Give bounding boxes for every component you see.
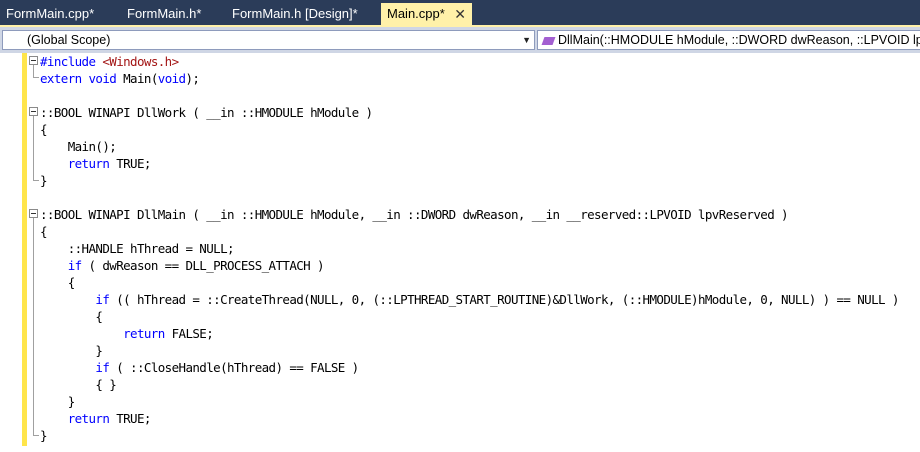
code-token-keyword: #include: [40, 54, 96, 69]
code-token-keyword: void: [157, 71, 186, 86]
code-line: {: [40, 275, 76, 290]
outline-line-end: [33, 180, 39, 181]
code-token-text: );: [185, 71, 200, 86]
scope-dropdown-value: (Global Scope): [27, 33, 111, 47]
code-token-keyword: extern: [40, 71, 82, 86]
chevron-down-icon[interactable]: ▼: [522, 31, 531, 49]
method-icon: [541, 36, 556, 45]
outline-line: [33, 218, 34, 435]
code-token-text: ( dwReason == DLL_PROCESS_ATTACH ): [81, 258, 324, 273]
code-token-text: TRUE;: [109, 411, 151, 426]
code-token-text: (( hThread = ::CreateThread(NULL, 0, (::…: [109, 292, 899, 307]
collapse-toggle-icon[interactable]: [29, 209, 38, 218]
code-line: #include <Windows.h>: [40, 53, 179, 70]
outline-line: [33, 65, 34, 77]
code-line: ::BOOL WINAPI DllMain ( __in ::HMODULE h…: [40, 207, 789, 222]
code-line: ::BOOL WINAPI DllWork ( __in ::HMODULE h…: [40, 105, 373, 120]
member-dropdown-value: DllMain(::HMODULE hModule, ::DWORD dwRea…: [558, 33, 920, 47]
code-token-text: FALSE;: [164, 326, 214, 341]
outline-line: [33, 116, 34, 180]
code-line: {: [40, 122, 48, 137]
code-line: {: [40, 224, 48, 239]
outline-line-end: [33, 435, 39, 436]
code-line: if ( ::CloseHandle(hThread) == FALSE ): [40, 359, 359, 376]
code-token-text: TRUE;: [109, 156, 151, 171]
code-line: { }: [40, 377, 117, 392]
navigation-bar: (Global Scope) ▼ DllMain(::HMODULE hModu…: [0, 27, 920, 53]
code-line: {: [40, 309, 103, 324]
tab-label: FormMain.cpp*: [6, 6, 95, 21]
code-line: ::HANDLE hThread = NULL;: [40, 241, 235, 256]
code-line: extern void Main(void);: [40, 70, 200, 87]
code-token-keyword: return: [67, 156, 110, 171]
tab-formmain-cpp[interactable]: FormMain.cpp*: [0, 3, 115, 25]
code-line: Main();: [40, 139, 117, 154]
code-token-keyword: if: [67, 258, 82, 273]
code-editor[interactable]: #include <Windows.h> extern void Main(vo…: [0, 53, 920, 452]
code-line: return FALSE;: [40, 325, 214, 342]
code-line: }: [40, 394, 76, 409]
code-line: return TRUE;: [40, 155, 152, 172]
document-tab-strip: FormMain.cpp* FormMain.h* FormMain.h [De…: [0, 0, 920, 27]
close-tab-icon[interactable]: ✕: [454, 3, 466, 25]
code-token-keyword: return: [123, 326, 165, 341]
code-line: if (( hThread = ::CreateThread(NULL, 0, …: [40, 291, 899, 308]
code-token-text: Main(: [116, 71, 158, 86]
member-dropdown[interactable]: DllMain(::HMODULE hModule, ::DWORD dwRea…: [537, 30, 920, 50]
tab-label: FormMain.h [Design]*: [232, 6, 358, 21]
code-token-keyword: return: [67, 411, 110, 426]
collapse-toggle-icon[interactable]: [29, 107, 38, 116]
code-token-keyword: if: [95, 360, 110, 375]
tab-label: FormMain.h*: [127, 6, 202, 21]
code-line: }: [40, 428, 48, 443]
code-line: }: [40, 173, 48, 188]
code-line: }: [40, 343, 103, 358]
code-token-string: <Windows.h>: [102, 54, 179, 69]
change-tracking-bar: [22, 53, 27, 446]
code-token-text: ( ::CloseHandle(hThread) == FALSE ): [109, 360, 359, 375]
scope-dropdown[interactable]: (Global Scope) ▼: [2, 30, 535, 50]
tab-main-cpp[interactable]: Main.cpp* ✕: [381, 3, 472, 25]
code-line: return TRUE;: [40, 410, 152, 427]
code-line: if ( dwReason == DLL_PROCESS_ATTACH ): [40, 257, 325, 274]
tab-formmain-h-design[interactable]: FormMain.h [Design]*: [226, 3, 376, 25]
tab-label: Main.cpp*: [387, 6, 445, 21]
tab-formmain-h[interactable]: FormMain.h*: [121, 3, 221, 25]
collapse-toggle-icon[interactable]: [29, 56, 38, 65]
outline-line-end: [33, 77, 39, 78]
code-token-keyword: if: [95, 292, 110, 307]
code-token-keyword: void: [88, 71, 117, 86]
